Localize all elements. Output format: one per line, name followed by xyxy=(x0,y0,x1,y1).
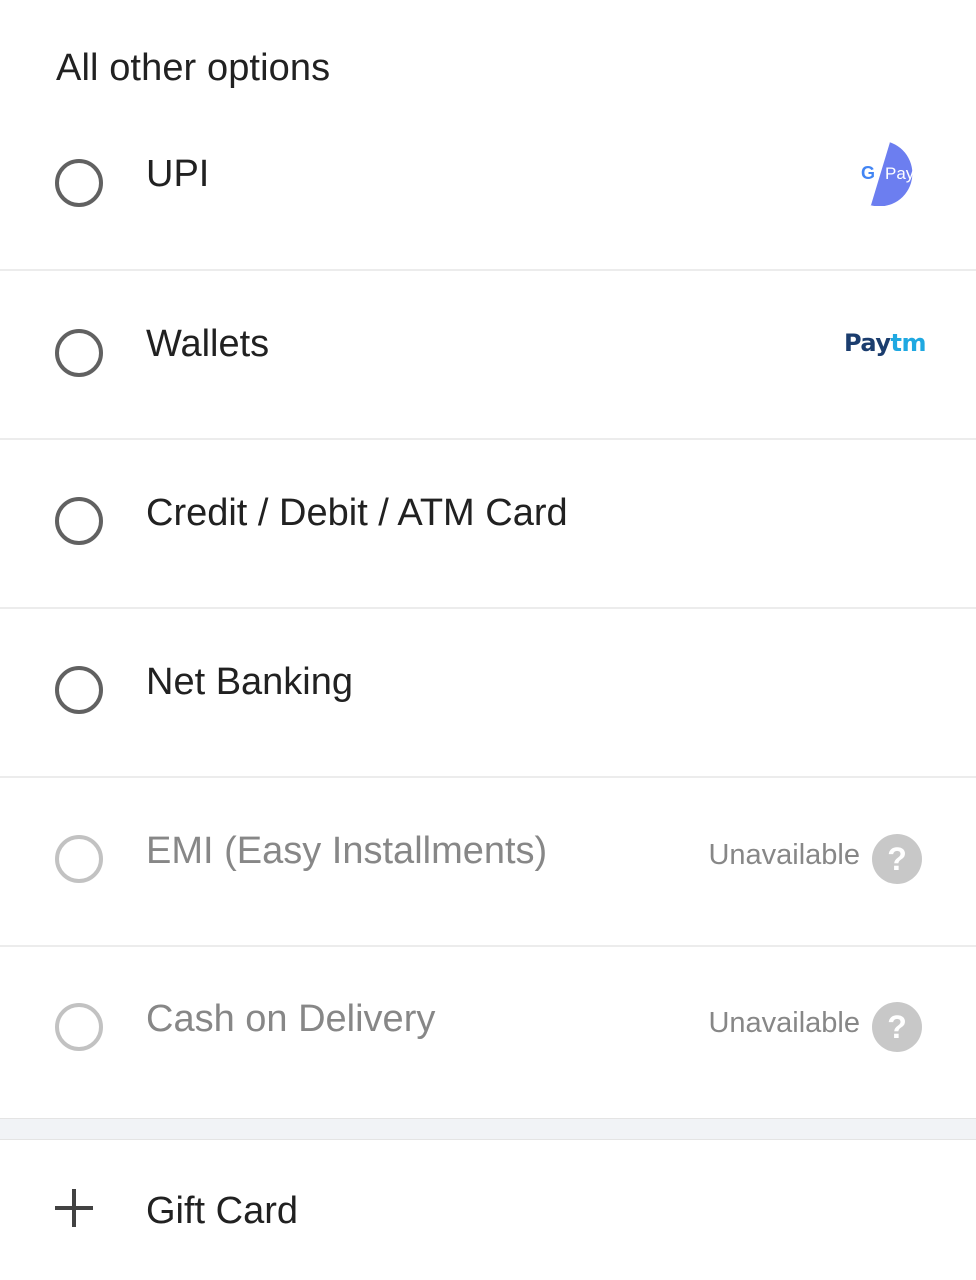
paytm-logo-icon: Paytm xyxy=(843,329,927,357)
svg-text:G: G xyxy=(861,163,875,183)
radio-button-card[interactable] xyxy=(55,497,103,545)
unavailable-status-emi: Unavailable xyxy=(708,839,860,871)
section-divider xyxy=(0,1118,976,1140)
radio-button-emi[interactable] xyxy=(55,835,103,883)
option-label-card: Credit / Debit / ATM Card xyxy=(146,492,568,534)
option-label-upi: UPI xyxy=(146,153,210,195)
payment-option-emi[interactable]: EMI (Easy Installments) Unavailable ? xyxy=(0,778,976,947)
payment-option-cod[interactable]: Cash on Delivery Unavailable ? xyxy=(0,947,976,1116)
payment-option-card[interactable]: Credit / Debit / ATM Card xyxy=(0,440,976,609)
radio-button-wallets[interactable] xyxy=(55,329,103,377)
option-label-emi: EMI (Easy Installments) xyxy=(146,830,548,872)
help-icon[interactable]: ? xyxy=(872,834,922,884)
radio-button-cod[interactable] xyxy=(55,1003,103,1051)
help-icon[interactable]: ? xyxy=(872,1002,922,1052)
payment-options-list: UPI G Pay Wallets Paytm Credit / Debit /… xyxy=(0,102,976,1116)
svg-text:Pay: Pay xyxy=(885,164,915,183)
option-label-cod: Cash on Delivery xyxy=(146,998,436,1040)
section-title: All other options xyxy=(56,47,331,89)
gift-card-label: Gift Card xyxy=(146,1190,299,1232)
option-label-wallets: Wallets xyxy=(146,323,270,365)
radio-button-net-banking[interactable] xyxy=(55,666,103,714)
radio-button-upi[interactable] xyxy=(55,159,103,207)
plus-icon xyxy=(55,1189,93,1227)
option-label-net-banking: Net Banking xyxy=(146,661,354,703)
payment-option-upi[interactable]: UPI G Pay xyxy=(0,102,976,271)
gpay-logo-icon: G Pay xyxy=(861,141,915,206)
payment-option-wallets[interactable]: Wallets Paytm xyxy=(0,271,976,440)
add-gift-card-row[interactable]: Gift Card xyxy=(0,1140,976,1280)
payment-option-net-banking[interactable]: Net Banking xyxy=(0,609,976,778)
unavailable-status-cod: Unavailable xyxy=(708,1007,860,1039)
